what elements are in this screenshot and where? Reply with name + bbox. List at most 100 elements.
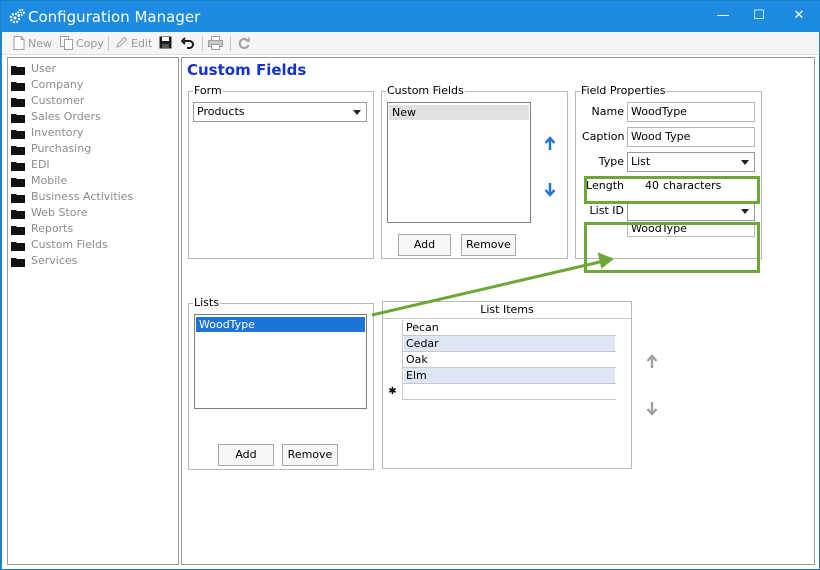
folder-icon xyxy=(11,128,25,139)
maximize-button[interactable]: ☐ xyxy=(742,1,776,31)
table-cell[interactable]: Oak xyxy=(404,352,615,367)
caption-field[interactable]: Wood Type xyxy=(627,127,755,147)
sidebar-item-mobile[interactable]: Mobile xyxy=(11,173,67,189)
sidebar-item-web-store[interactable]: Web Store xyxy=(11,205,88,221)
page-title: Custom Fields xyxy=(187,61,307,79)
sidebar-item-sales-orders[interactable]: Sales Orders xyxy=(11,109,101,125)
print-button[interactable] xyxy=(208,35,223,52)
form-group-label: Form xyxy=(193,84,223,98)
sidebar-item-label: User xyxy=(31,62,57,75)
lists-list[interactable]: WoodType xyxy=(194,314,367,409)
folder-icon xyxy=(11,144,25,155)
lists-group: Lists WoodType Add Remove xyxy=(188,296,374,470)
sidebar-item-label: EDI xyxy=(31,158,50,171)
sidebar-item-customer[interactable]: Customer xyxy=(11,93,84,109)
table-row[interactable]: Elm xyxy=(383,368,616,384)
edit-button[interactable]: Edit xyxy=(115,35,152,52)
sidebar-nav: User Company Customer Sales Orders Inven… xyxy=(7,57,179,565)
sidebar-item-user[interactable]: User xyxy=(11,61,56,77)
copy-icon xyxy=(60,36,73,50)
custom-fields-list[interactable]: New xyxy=(387,102,531,223)
form-select[interactable]: Products xyxy=(193,102,367,122)
chevron-down-icon xyxy=(741,160,749,165)
sidebar-item-label: Custom Fields xyxy=(31,238,108,251)
type-label: Type xyxy=(598,155,624,168)
save-button[interactable] xyxy=(159,35,172,52)
sidebar-item-edi[interactable]: EDI xyxy=(11,157,50,173)
minimize-icon: — xyxy=(716,8,730,23)
table-cell[interactable] xyxy=(404,384,615,399)
folder-icon xyxy=(11,96,25,107)
row-selector[interactable] xyxy=(383,368,403,384)
sidebar-item-label: Mobile xyxy=(31,174,68,187)
table-row[interactable]: Cedar xyxy=(383,336,616,352)
toolbar-separator xyxy=(230,36,231,51)
folder-icon xyxy=(11,192,25,203)
table-row[interactable]: Oak xyxy=(383,352,616,368)
list-item[interactable]: WoodType xyxy=(196,317,365,332)
folder-icon xyxy=(11,240,25,251)
form-group: Form Products xyxy=(188,84,374,259)
field-properties-group-label: Field Properties xyxy=(580,84,667,98)
sidebar-item-business-activities[interactable]: Business Activities xyxy=(11,189,133,205)
move-up-icon[interactable] xyxy=(543,136,557,152)
sidebar-item-label: Reports xyxy=(31,222,74,235)
minimize-button[interactable]: — xyxy=(706,1,740,31)
move-item-down-icon[interactable] xyxy=(645,400,659,416)
remove-list-button[interactable]: Remove xyxy=(282,444,338,466)
list-id-select[interactable] xyxy=(627,201,755,221)
name-label: Name xyxy=(591,105,624,118)
sidebar-item-services[interactable]: Services xyxy=(11,253,77,269)
title-bar[interactable]: Configuration Manager — ☐ ✕ xyxy=(1,1,820,32)
move-down-icon[interactable] xyxy=(543,181,557,197)
sidebar-item-purchasing[interactable]: Purchasing xyxy=(11,141,91,157)
sidebar-item-reports[interactable]: Reports xyxy=(11,221,73,237)
row-selector[interactable] xyxy=(383,320,403,336)
table-cell[interactable]: Cedar xyxy=(404,336,615,351)
refresh-icon xyxy=(238,37,250,49)
new-document-icon xyxy=(13,36,25,50)
refresh-button[interactable] xyxy=(237,35,251,52)
list-item[interactable]: New xyxy=(389,105,529,120)
add-field-button[interactable]: Add xyxy=(398,234,451,256)
chevron-down-icon xyxy=(741,209,749,214)
caption-label: Caption xyxy=(582,130,625,143)
type-select[interactable]: List xyxy=(627,152,755,172)
move-item-up-icon[interactable] xyxy=(645,354,659,370)
add-list-button[interactable]: Add xyxy=(218,444,274,466)
sidebar-item-custom-fields[interactable]: Custom Fields xyxy=(11,237,108,253)
form-select-value: Products xyxy=(197,105,245,118)
copy-button[interactable]: Copy xyxy=(60,35,104,52)
sidebar-item-label: Purchasing xyxy=(31,142,92,155)
new-row[interactable]: ✱ xyxy=(383,384,616,400)
save-icon xyxy=(159,36,172,49)
table-row[interactable]: Pecan xyxy=(383,320,616,336)
folder-icon xyxy=(11,176,25,187)
remove-field-button[interactable]: Remove xyxy=(461,234,516,256)
name-field[interactable]: WoodType xyxy=(627,102,755,122)
undo-button[interactable] xyxy=(180,35,195,52)
table-cell[interactable]: Elm xyxy=(404,368,615,383)
printer-icon xyxy=(208,36,223,50)
sidebar-item-label: Web Store xyxy=(31,206,88,219)
list-id-label: List ID xyxy=(589,204,624,217)
sidebar-item-label: Sales Orders xyxy=(31,110,101,123)
new-button[interactable]: New xyxy=(13,35,52,52)
window-title: Configuration Manager xyxy=(28,8,201,26)
sidebar-item-company[interactable]: Company xyxy=(11,77,83,93)
folder-icon xyxy=(11,80,25,91)
client-area: New Copy Edit User Company Customer Sale… xyxy=(2,32,819,569)
pencil-icon xyxy=(116,36,128,48)
row-selector[interactable] xyxy=(383,336,403,352)
custom-fields-group-label: Custom Fields xyxy=(386,84,465,98)
close-button[interactable]: ✕ xyxy=(778,1,820,31)
table-cell[interactable]: Pecan xyxy=(404,320,615,335)
row-selector[interactable] xyxy=(383,352,403,368)
sidebar-item-label: Customer xyxy=(31,94,85,107)
copy-button-label: Copy xyxy=(76,37,104,50)
list-items-header: List Items xyxy=(383,302,631,319)
toolbar-separator xyxy=(108,36,109,51)
custom-fields-group: Custom Fields New Add Remove xyxy=(381,84,568,259)
gears-icon xyxy=(9,8,25,24)
sidebar-item-inventory[interactable]: Inventory xyxy=(11,125,84,141)
